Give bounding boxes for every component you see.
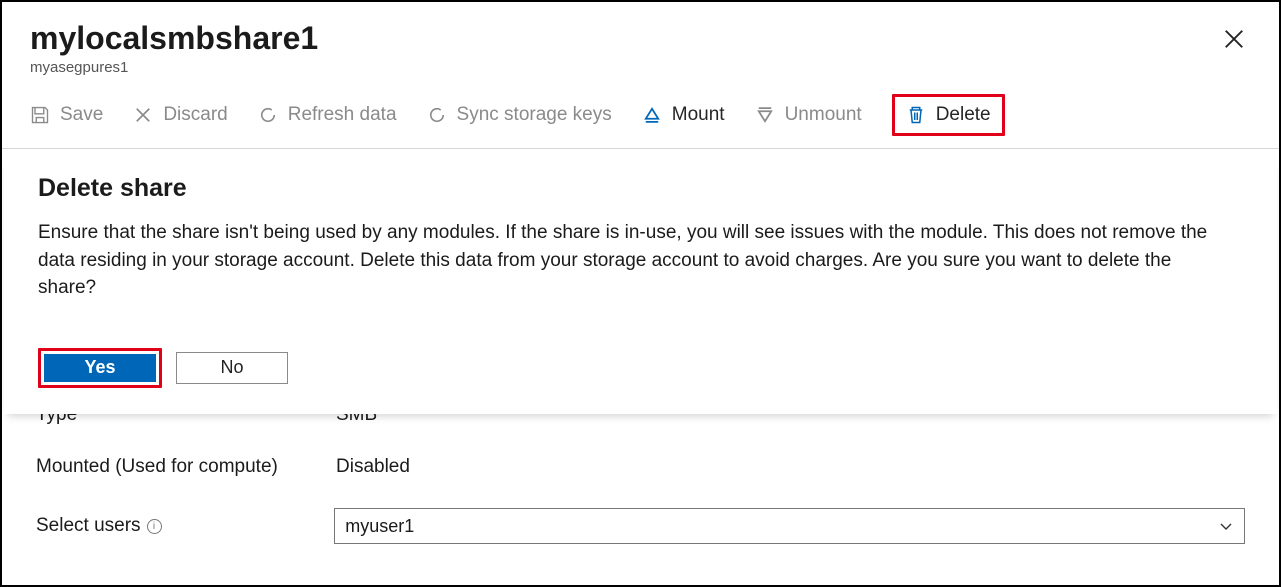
- delete-share-dialog: Delete share Ensure that the share isn't…: [4, 156, 1277, 414]
- page-header: mylocalsmbshare1 myasegpures1: [2, 2, 1279, 80]
- yes-button[interactable]: Yes: [44, 354, 156, 382]
- select-users-dropdown[interactable]: myuser1: [334, 508, 1245, 544]
- discard-icon: [133, 105, 153, 125]
- info-icon[interactable]: i: [147, 519, 162, 534]
- refresh-label: Refresh data: [288, 104, 397, 126]
- unmount-button[interactable]: Unmount: [755, 104, 862, 126]
- mounted-row: Mounted (Used for compute) Disabled: [36, 456, 1245, 478]
- sync-icon: [427, 105, 447, 125]
- mount-label: Mount: [672, 104, 725, 126]
- discard-label: Discard: [163, 104, 227, 126]
- mount-button[interactable]: Mount: [642, 104, 725, 126]
- chevron-down-icon: [1218, 518, 1234, 534]
- page-subtitle: myasegpures1: [30, 59, 1251, 76]
- dialog-body: Ensure that the share isn't being used b…: [38, 219, 1218, 302]
- refresh-icon: [258, 105, 278, 125]
- delete-label: Delete: [936, 104, 991, 126]
- select-users-value: myuser1: [345, 516, 414, 537]
- dialog-heading: Delete share: [38, 174, 1243, 203]
- save-icon: [30, 105, 50, 125]
- select-users-label: Select users i: [36, 515, 334, 537]
- close-icon: [1223, 28, 1245, 50]
- delete-callout: Delete: [892, 94, 1005, 136]
- share-details: Type SMB Mounted (Used for compute) Disa…: [2, 396, 1279, 582]
- delete-button[interactable]: Delete: [900, 98, 997, 132]
- discard-button[interactable]: Discard: [133, 104, 227, 126]
- sync-button[interactable]: Sync storage keys: [427, 104, 612, 126]
- mount-icon: [642, 105, 662, 125]
- mounted-value: Disabled: [336, 456, 1245, 478]
- delete-icon: [906, 105, 926, 125]
- command-bar: Save Discard Refresh data Sync storage k…: [2, 80, 1279, 149]
- yes-callout: Yes: [38, 348, 162, 388]
- no-button[interactable]: No: [176, 352, 288, 384]
- save-button[interactable]: Save: [30, 104, 103, 126]
- refresh-button[interactable]: Refresh data: [258, 104, 397, 126]
- unmount-label: Unmount: [785, 104, 862, 126]
- sync-label: Sync storage keys: [457, 104, 612, 126]
- close-button[interactable]: [1223, 28, 1245, 55]
- mounted-label: Mounted (Used for compute): [36, 456, 336, 478]
- select-users-label-text: Select users: [36, 515, 141, 537]
- page-title: mylocalsmbshare1: [30, 20, 1251, 57]
- unmount-icon: [755, 105, 775, 125]
- dialog-actions: Yes No: [38, 348, 1243, 388]
- select-users-row: Select users i myuser1: [36, 508, 1245, 544]
- save-label: Save: [60, 104, 103, 126]
